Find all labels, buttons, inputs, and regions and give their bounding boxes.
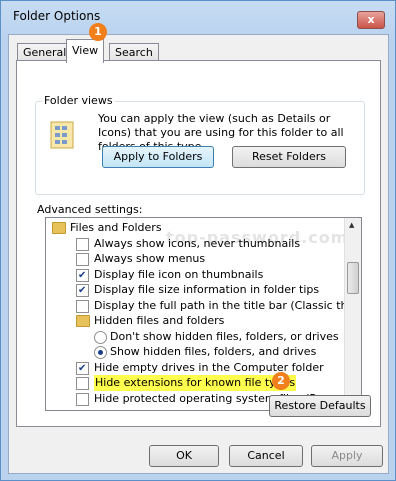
setting-label: Display file icon on thumbnails <box>94 267 264 281</box>
ok-button[interactable]: OK <box>149 445 219 467</box>
title-bar[interactable]: Folder Options x <box>1 1 395 35</box>
reset-folders-button[interactable]: Reset Folders <box>232 146 346 168</box>
folder-icon <box>76 315 90 327</box>
radio-button[interactable] <box>94 330 107 344</box>
folder-options-window: Folder Options x General View Search 1 F… <box>0 0 396 481</box>
step-badge-1: 1 <box>89 23 107 41</box>
close-button[interactable]: x <box>357 11 385 29</box>
window-title: Folder Options <box>13 9 101 23</box>
scroll-thumb[interactable] <box>347 262 359 294</box>
checkbox[interactable] <box>76 377 89 390</box>
setting-label: Always show icons, never thumbnails <box>94 236 301 250</box>
advanced-settings-label: Advanced settings: <box>37 203 143 216</box>
setting-label: Hide empty drives in the Computer folder <box>94 360 324 374</box>
dialog-body: General View Search 1 Folder views You c… <box>8 23 389 474</box>
setting-label: Always show menus <box>94 252 206 265</box>
folder-views-label: Folder views <box>42 94 115 107</box>
view-tab-panel: Folder views You can apply the view (suc… <box>16 60 381 427</box>
radio-button[interactable] <box>94 346 107 359</box>
setting-label: Files and Folders <box>70 221 162 234</box>
checkbox[interactable] <box>76 361 89 377</box>
step-badge-2: 2 <box>272 372 290 390</box>
folder-view-icon <box>50 121 74 149</box>
apply-to-folders-button[interactable]: Apply to Folders <box>102 146 214 168</box>
checkbox[interactable] <box>76 392 89 406</box>
checkbox[interactable] <box>76 237 89 251</box>
folder-views-group: Folder views You can apply the view (suc… <box>35 94 365 195</box>
scroll-up-arrow-icon[interactable]: ▲ <box>349 221 354 229</box>
folder-icon <box>52 222 66 234</box>
advanced-settings-list[interactable]: top-password.com Files and Folders Always… <box>45 217 362 411</box>
checkbox[interactable] <box>76 299 89 313</box>
setting-label: Hide extensions for known file types <box>94 375 297 391</box>
setting-label: Display file size information in folder … <box>94 283 320 296</box>
advanced-scrollbar[interactable]: ▲ ▼ <box>344 218 361 410</box>
cancel-button[interactable]: Cancel <box>229 445 303 467</box>
checkbox[interactable] <box>76 283 89 299</box>
tab-view[interactable]: View <box>66 39 105 63</box>
checkbox[interactable] <box>76 253 89 266</box>
setting-label: Display the full path in the title bar (… <box>94 298 361 312</box>
restore-defaults-button[interactable]: Restore Defaults <box>269 395 371 417</box>
setting-label: Hidden files and folders <box>94 314 225 327</box>
setting-label: Don't show hidden files, folders, or dri… <box>110 329 339 343</box>
setting-label: Show hidden files, folders, and drives <box>110 345 317 358</box>
checkbox[interactable] <box>76 268 89 284</box>
apply-button[interactable]: Apply <box>311 445 383 467</box>
